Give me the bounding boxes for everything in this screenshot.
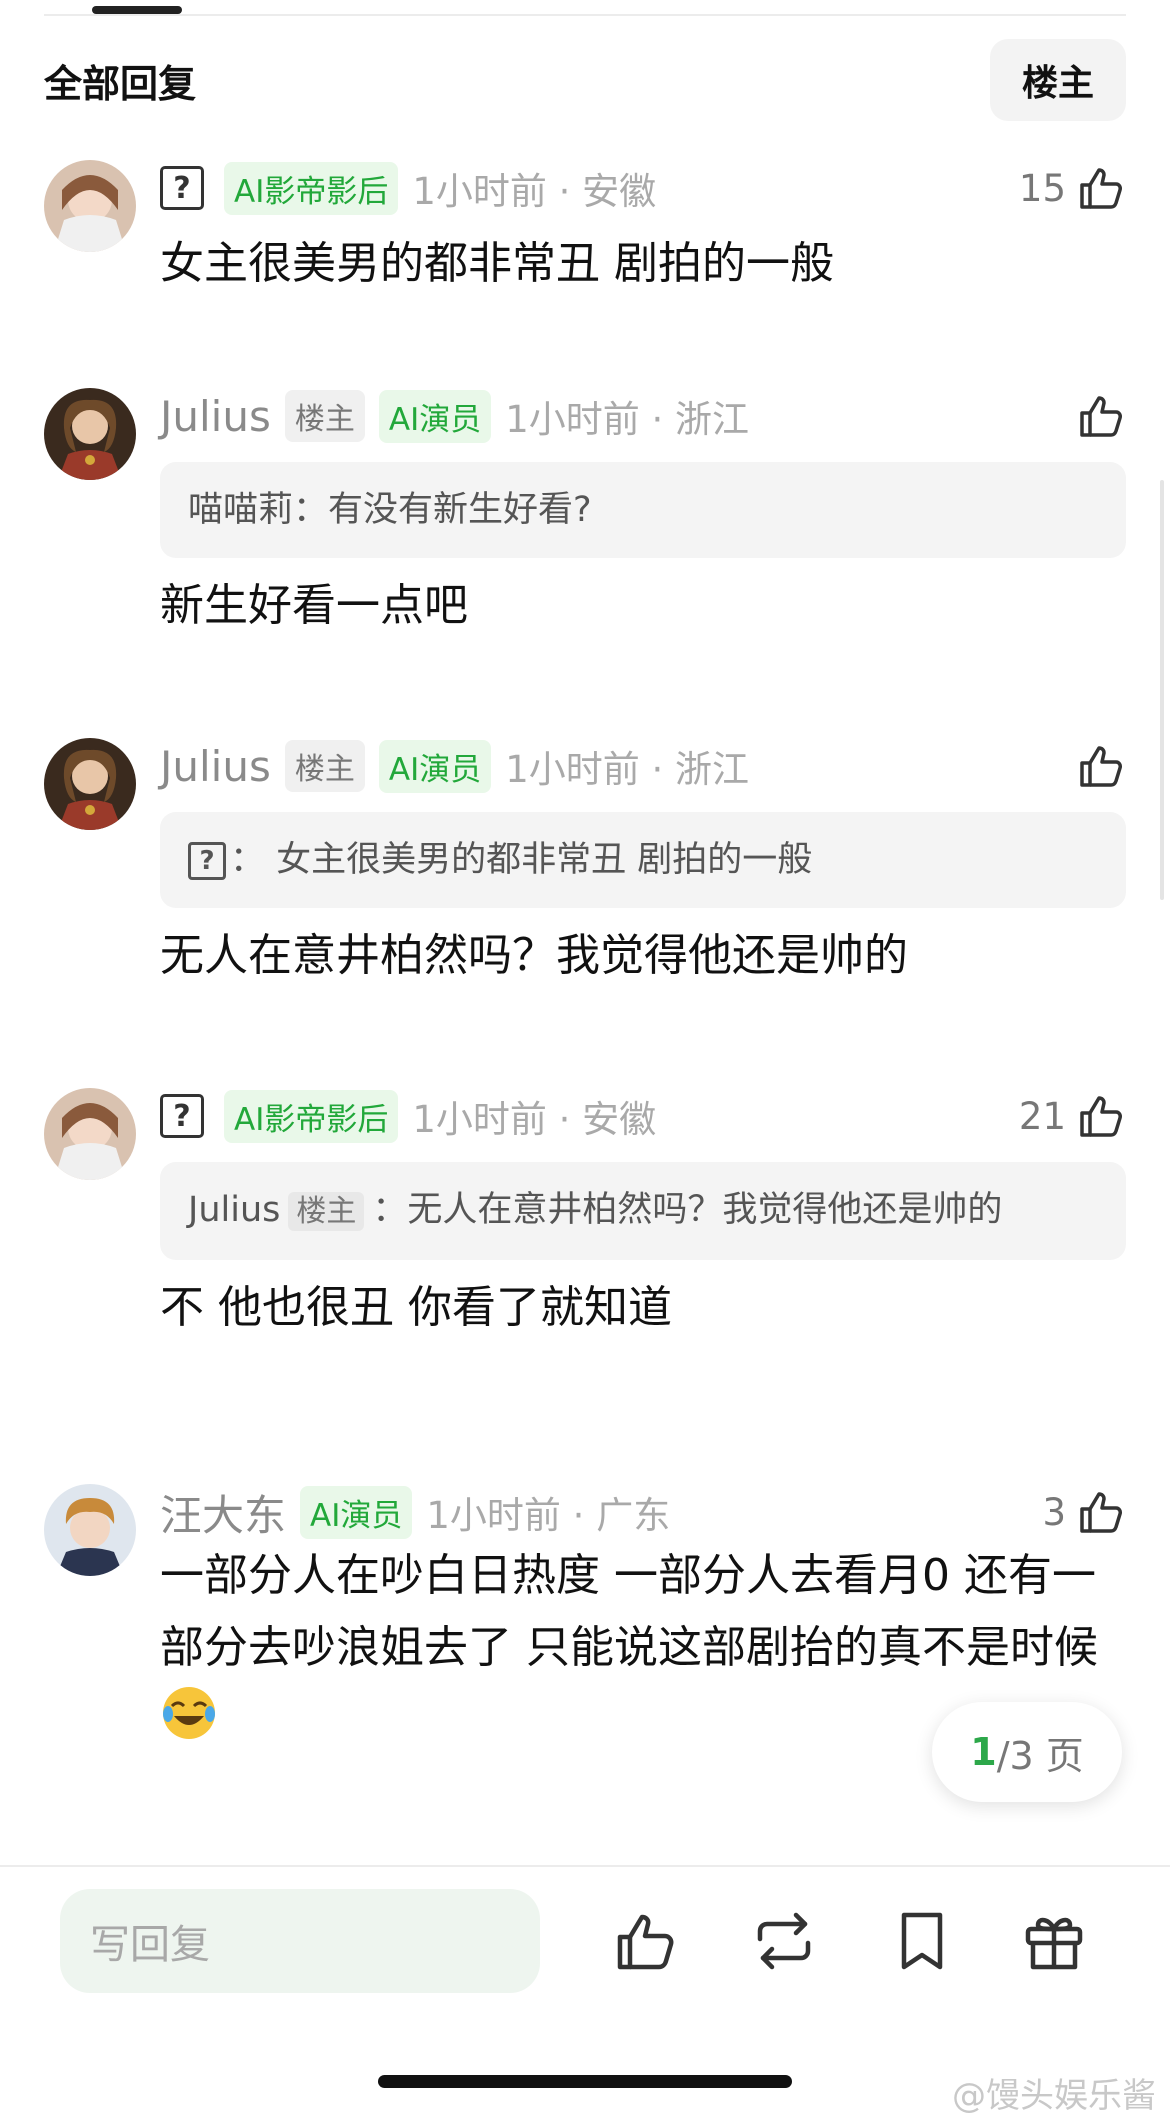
ai-tag: AI影帝影后 bbox=[224, 1089, 399, 1143]
avatar[interactable] bbox=[44, 1484, 136, 1576]
comment-meta: Julius 楼主 AI演员 1小时前 · 浙江 bbox=[160, 738, 1126, 794]
total-pages: /3 页 bbox=[996, 1733, 1084, 1778]
op-only-button[interactable]: 楼主 bbox=[989, 39, 1126, 121]
comment-item: Julius 楼主 AI演员 1小时前 · 浙江 喵喵莉：有没有新生好看? 新生… bbox=[44, 388, 1126, 642]
like-button[interactable] bbox=[1076, 388, 1126, 444]
username[interactable]: Julius bbox=[160, 742, 271, 791]
like-count: 3 bbox=[1042, 1490, 1066, 1534]
comment-text: 新生好看一点吧 bbox=[160, 580, 468, 631]
like-button[interactable]: 3 bbox=[1042, 1484, 1126, 1540]
quote-text: 女主很美男的都非常丑 剧拍的一般 bbox=[276, 840, 813, 880]
timestamp-location: 1小时前 · 安徽 bbox=[412, 170, 657, 213]
divider bbox=[44, 14, 1126, 16]
gift-icon[interactable] bbox=[1020, 1907, 1088, 1975]
avatar[interactable] bbox=[44, 160, 136, 252]
quote-user: 喵喵莉： bbox=[188, 490, 329, 530]
thumbs-up-icon[interactable] bbox=[1076, 1091, 1126, 1141]
comment-meta: 汪大东 AI演员 1小时前 · 广东 bbox=[160, 1484, 1126, 1540]
current-page: 1 bbox=[970, 1730, 997, 1774]
timestamp-location: 1小时前 · 广东 bbox=[426, 1494, 671, 1537]
comment-text: 女主很美男的都非常丑 剧拍的一般 bbox=[160, 238, 834, 289]
quoted-reply[interactable]: Julius 楼主 ：无人在意井柏然吗？我觉得他还是帅的 bbox=[160, 1162, 1126, 1260]
comment-text: 无人在意井柏然吗？我觉得他还是帅的 bbox=[160, 930, 908, 981]
ai-tag: AI演员 bbox=[300, 1485, 413, 1539]
unknown-user-icon: ? bbox=[160, 1094, 204, 1138]
replies-header: 全部回复 楼主 bbox=[44, 39, 1126, 121]
all-replies-title: 全部回复 bbox=[44, 61, 197, 106]
quoted-reply[interactable]: 喵喵莉：有没有新生好看? bbox=[160, 462, 1126, 558]
comment-text: 不 他也很丑 你看了就知道 bbox=[160, 1282, 672, 1333]
comment-meta: ? AI影帝影后 1小时前 · 安徽 bbox=[160, 1088, 1126, 1144]
repost-icon[interactable] bbox=[750, 1907, 818, 1975]
ai-tag: AI影帝影后 bbox=[224, 161, 399, 215]
scrollbar[interactable] bbox=[1160, 480, 1164, 900]
thumbs-up-icon[interactable] bbox=[612, 1907, 680, 1975]
watermark: @馒头娱乐酱 bbox=[952, 2076, 1156, 2116]
like-button[interactable]: 21 bbox=[1019, 1088, 1126, 1144]
laugh-cry-emoji bbox=[163, 1687, 215, 1739]
home-indicator[interactable] bbox=[378, 2075, 792, 2088]
op-tag: 楼主 bbox=[284, 390, 365, 442]
timestamp-location: 1小时前 · 安徽 bbox=[412, 1098, 657, 1141]
unknown-user-icon: ? bbox=[160, 166, 204, 210]
page-indicator[interactable]: 1/3 页 bbox=[932, 1702, 1122, 1802]
quoted-reply[interactable]: ?： 女主很美男的都非常丑 剧拍的一般 bbox=[160, 812, 1126, 908]
op-tag: 楼主 bbox=[284, 740, 365, 792]
quote-op-tag: 楼主 bbox=[288, 1192, 365, 1231]
comment-meta: ? AI影帝影后 1小时前 · 安徽 bbox=[160, 160, 1126, 216]
username[interactable]: 汪大东 bbox=[160, 1482, 286, 1543]
ai-tag: AI演员 bbox=[378, 389, 492, 443]
thumbs-up-icon[interactable] bbox=[1076, 163, 1126, 213]
thumbs-up-icon[interactable] bbox=[1076, 741, 1126, 791]
reply-input[interactable]: 写回复 bbox=[60, 1889, 540, 1993]
like-button[interactable]: 15 bbox=[1019, 160, 1126, 216]
quote-text: 有没有新生好看? bbox=[328, 490, 592, 530]
like-count: 15 bbox=[1018, 166, 1066, 210]
quote-user: Julius bbox=[188, 1190, 281, 1230]
avatar[interactable] bbox=[44, 738, 136, 830]
timestamp-location: 1小时前 · 浙江 bbox=[505, 398, 750, 441]
username[interactable]: Julius bbox=[160, 392, 271, 441]
avatar[interactable] bbox=[44, 1088, 136, 1180]
unknown-user-icon: ? bbox=[188, 842, 226, 880]
quote-separator: ： bbox=[230, 840, 266, 880]
comment-item: ? AI影帝影后 1小时前 · 安徽 女主很美男的都非常丑 剧拍的一般 15 bbox=[44, 160, 1126, 300]
like-button[interactable] bbox=[1076, 738, 1126, 794]
tab-indicator bbox=[92, 6, 182, 14]
avatar[interactable] bbox=[44, 388, 136, 480]
thumbs-up-icon[interactable] bbox=[1076, 391, 1126, 441]
timestamp-location: 1小时前 · 浙江 bbox=[505, 748, 750, 791]
like-count: 21 bbox=[1018, 1094, 1066, 1138]
bookmark-icon[interactable] bbox=[888, 1907, 956, 1975]
quote-text: ：无人在意井柏然吗？我觉得他还是帅的 bbox=[372, 1190, 1003, 1230]
comment-text-content: 一部分人在吵白日热度 一部分人去看月0 还有一部分去吵浪姐去了 只能说这部剧抬的… bbox=[160, 1550, 1098, 1673]
comment-meta: Julius 楼主 AI演员 1小时前 · 浙江 bbox=[160, 388, 1126, 444]
ai-tag: AI演员 bbox=[378, 739, 492, 793]
thumbs-up-icon[interactable] bbox=[1076, 1487, 1126, 1537]
comment-item: ? AI影帝影后 1小时前 · 安徽 Julius 楼主 ：无人在意井柏然吗？我觉得… bbox=[44, 1088, 1126, 1344]
comment-item: Julius 楼主 AI演员 1小时前 · 浙江 ?： 女主很美男的都非常丑 剧… bbox=[44, 738, 1126, 992]
